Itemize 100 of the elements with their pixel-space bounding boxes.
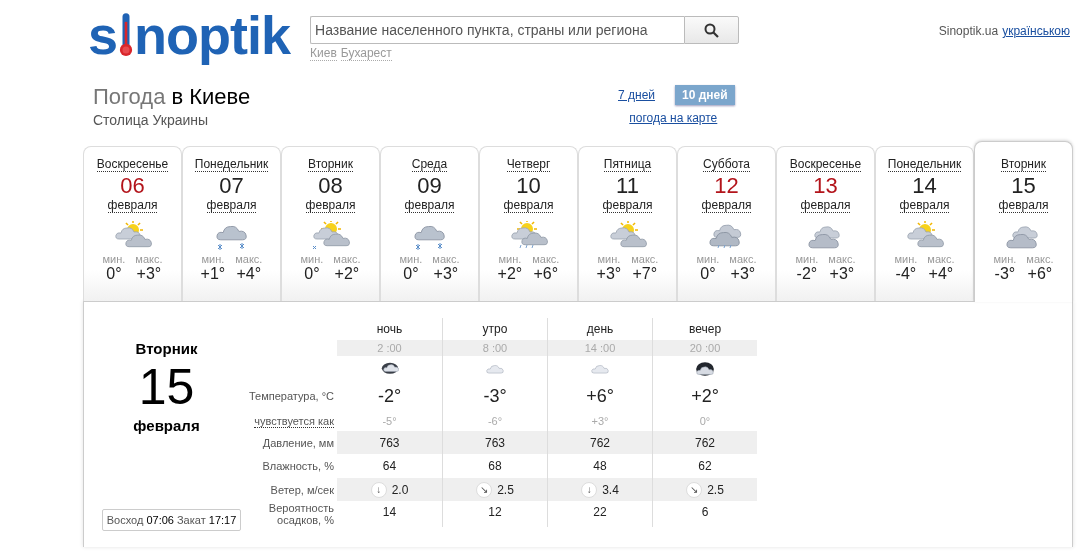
feels-like-link[interactable]: чувствуется как: [254, 414, 334, 428]
temperature: +2°: [497, 265, 523, 283]
day-tab[interactable]: Среда 09 февраля мин. 0° макс. +3°: [380, 146, 479, 301]
feels-like-value: 0°: [699, 415, 711, 427]
search-button[interactable]: [684, 16, 740, 44]
wind-speed: 2.5: [707, 482, 724, 497]
temp-label: мин.: [696, 253, 720, 265]
temp-label: макс.: [235, 253, 263, 265]
sunrise-sunset: Восход 07:06 Закат 17:17: [101, 509, 242, 531]
temperature: 0°: [700, 265, 716, 283]
precipitation-value: 6: [701, 505, 709, 519]
selected-day-tab[interactable]: Вторник 15 февраля мин. -3° макс. +6°: [974, 141, 1073, 302]
temperature: -3°: [483, 385, 507, 407]
month-link[interactable]: февраля: [602, 198, 653, 213]
month-link[interactable]: февраля: [305, 198, 356, 213]
temperature: +4°: [236, 265, 262, 283]
weekday-link[interactable]: Вторник: [1001, 157, 1046, 172]
temp-label: мин.: [399, 253, 423, 265]
month-link[interactable]: февраля: [206, 198, 257, 213]
temp-label: макс.: [532, 253, 560, 265]
search-icon: [704, 22, 720, 38]
temperature: +6°: [586, 385, 614, 407]
weekday-link[interactable]: Понедельник: [887, 157, 962, 172]
humidity-value: 48: [593, 459, 607, 473]
language-link[interactable]: українською: [1002, 24, 1070, 72]
wind-direction: ↘: [476, 481, 493, 498]
day-tab[interactable]: Суббота 12 февраля мин. 0° макс. +3°: [677, 146, 776, 301]
temp-label: мин.: [597, 253, 621, 265]
pressure-value: 763: [485, 435, 505, 450]
month-link[interactable]: февраля: [701, 198, 752, 213]
temperature: +3°: [433, 265, 459, 283]
temp-label: макс.: [432, 253, 460, 265]
temp-label: мин.: [993, 253, 1017, 265]
range-tab[interactable]: 7 дней: [612, 86, 661, 104]
temperature: +3°: [136, 265, 162, 283]
city-subtitle: Столица Украины: [93, 112, 210, 128]
day-tab[interactable]: Понедельник 14 февраля мин. -4° макс. +4°: [875, 146, 974, 301]
period-name: вечер: [688, 322, 722, 336]
page-title: Погода: [93, 84, 166, 110]
wind-direction: ↘: [686, 481, 703, 498]
month-link[interactable]: февраля: [998, 198, 1049, 213]
wind-speed: 2.5: [497, 482, 514, 497]
temperature: +3°: [730, 265, 756, 283]
temp-label: макс.: [631, 253, 659, 265]
month-link[interactable]: февраля: [107, 198, 158, 213]
temp-label: макс.: [729, 253, 757, 265]
weekday-link[interactable]: Пятница: [603, 157, 652, 172]
period-time: 2 :00: [377, 342, 402, 354]
precipitation-value: 14: [382, 505, 397, 519]
precipitation-value: 22: [593, 505, 607, 519]
temperature: -4°: [895, 265, 917, 283]
temp-label: мин.: [795, 253, 819, 265]
city-name: в Киеве: [171, 84, 251, 110]
temp-label: мин.: [300, 253, 324, 265]
day-tab[interactable]: Воскресенье 13 февраля мин. -2° макс. +3°: [776, 146, 875, 301]
weekday-link[interactable]: Четверг: [506, 157, 551, 172]
weekday-link[interactable]: Понедельник: [194, 157, 269, 172]
day-number: 13: [813, 174, 838, 198]
weekday-link[interactable]: Воскресенье: [96, 157, 169, 172]
day-number: 14: [912, 174, 937, 198]
pressure-value: 763: [379, 435, 400, 450]
temperature: +4°: [928, 265, 954, 283]
pressure-value: 762: [590, 435, 610, 450]
month-link[interactable]: февраля: [800, 198, 851, 213]
day-tab[interactable]: Вторник 08 февраля мин. 0° макс. +2°: [281, 146, 380, 301]
sinoptik-logo[interactable]: s noptik: [88, 2, 291, 68]
temperature: -2°: [796, 265, 818, 283]
day-tab[interactable]: Четверг 10 февраля мин. +2° макс. +6°: [479, 146, 578, 301]
day-tab[interactable]: Воскресенье 06 февраля мин. 0° макс. +3°: [83, 146, 182, 301]
row-label: Температура, °C: [248, 390, 334, 402]
humidity-value: 62: [698, 459, 712, 473]
month-link[interactable]: февраля: [404, 198, 455, 213]
month-link[interactable]: февраля: [503, 198, 554, 213]
period-time: 8 :00: [482, 342, 508, 354]
row-label: Ветер, м/сек: [270, 483, 334, 496]
period-time: 14 :00: [584, 342, 616, 354]
day-number: 09: [417, 174, 442, 198]
precipitation-value: 12: [488, 505, 502, 519]
temp-label: мин.: [498, 253, 522, 265]
weekday-link[interactable]: Воскресенье: [789, 157, 862, 172]
temperature: +3°: [596, 265, 622, 283]
temp-label: макс.: [927, 253, 955, 265]
day-number: 15: [1011, 174, 1036, 198]
temp-label: макс.: [135, 253, 163, 265]
day-tab[interactable]: Пятница 11 февраля мин. +3° макс. +7°: [578, 146, 677, 301]
day-number: 07: [219, 174, 244, 198]
day-tab[interactable]: Понедельник 07 февраля мин. +1° макс. +4°: [182, 146, 281, 301]
search-field[interactable]: Название населенного пункта, страны или региона: [310, 16, 685, 44]
weekday-link[interactable]: Вторник: [308, 157, 353, 172]
wind-speed: 3.4: [602, 482, 619, 497]
humidity-value: 64: [382, 459, 397, 473]
temperature: 0°: [403, 265, 419, 283]
temperature: -2°: [377, 385, 402, 407]
month-link[interactable]: февраля: [899, 198, 950, 213]
temp-label: мин.: [102, 253, 126, 265]
period-name: день: [586, 322, 614, 336]
temperature: +3°: [829, 265, 855, 283]
weekday-link[interactable]: Среда: [411, 157, 448, 172]
map-link[interactable]: погода на карте: [629, 111, 718, 125]
weekday-link[interactable]: Суббота: [703, 157, 750, 172]
